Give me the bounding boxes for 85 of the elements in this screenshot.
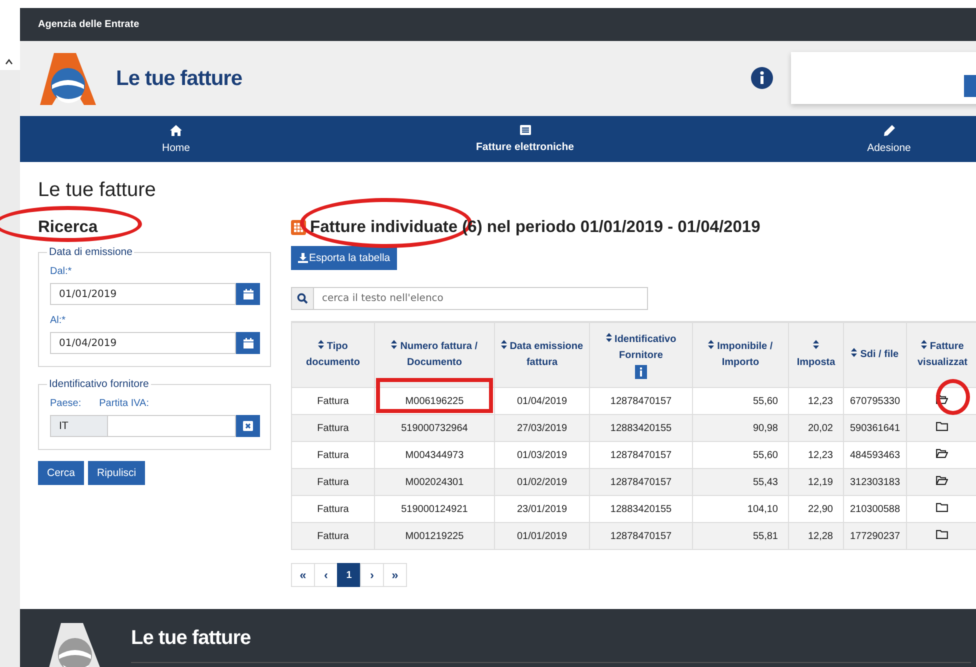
search-icon	[297, 293, 308, 304]
search-title: Ricerca	[38, 217, 99, 238]
field-label: Al:*	[50, 315, 67, 326]
table-cell: 12883420155	[590, 414, 692, 442]
filter-field[interactable]: cerca il testo nell'elenco	[314, 287, 648, 310]
folder-icon[interactable]	[936, 503, 948, 512]
column-header[interactable]: Imposta	[788, 322, 844, 388]
table-cell: Fattura	[292, 414, 374, 442]
table-cell: 01/02/2019	[494, 468, 590, 496]
column-header[interactable]: Numero fattura / Documento	[374, 322, 494, 388]
page-button[interactable]: ›	[360, 563, 384, 587]
table-cell: 55,43	[692, 468, 788, 496]
caret-icon[interactable]	[4, 58, 14, 66]
column-header[interactable]: Sdi / file	[844, 322, 906, 388]
logo-icon	[38, 50, 98, 106]
page-button[interactable]: «	[291, 563, 315, 587]
table-cell: 90,98	[692, 414, 788, 442]
table-cell: 12,19	[788, 468, 844, 496]
field-label: Paese:	[50, 398, 82, 409]
table-cell: 12878470157	[590, 522, 692, 550]
column-header[interactable]: Imponibile / Importo	[692, 322, 788, 388]
column-header[interactable]: Data emissione fattura	[494, 322, 590, 388]
agency-name: Agenzia delle Entrate	[38, 19, 140, 30]
search-action-button[interactable]: Cerca	[38, 461, 84, 485]
fieldset-legend: Identificativo fornitore	[47, 378, 151, 390]
app-title: Le tue fatture	[116, 66, 242, 90]
folder-icon[interactable]	[936, 422, 948, 431]
sort-icon[interactable]	[391, 340, 398, 349]
country-field: IT	[50, 415, 107, 437]
page-button[interactable]: »	[383, 563, 407, 587]
calendar-button[interactable]	[236, 332, 260, 354]
table-cell: 55,81	[692, 522, 788, 550]
column-header[interactable]: Tipo documento	[292, 322, 374, 388]
list-icon	[520, 125, 530, 135]
home-icon	[170, 124, 182, 136]
column-header[interactable]: Fatture visualizzat	[906, 322, 976, 388]
sort-icon[interactable]	[921, 340, 928, 349]
open-folder-icon[interactable]	[936, 476, 948, 485]
sort-icon[interactable]	[318, 340, 324, 349]
folder-icon[interactable]	[936, 530, 948, 539]
table-cell: 590361641	[844, 414, 906, 442]
nav-tab[interactable]: Fatture elettroniche	[332, 116, 718, 162]
info-icon[interactable]	[635, 364, 647, 378]
field-label: Dal:*	[50, 266, 73, 277]
search-action-button[interactable]: Ripulisci	[88, 461, 146, 485]
download-icon	[298, 253, 308, 263]
table-cell: 27/03/2019	[494, 414, 590, 442]
info-icon[interactable]	[751, 67, 773, 89]
pencil-icon	[884, 124, 894, 136]
field-label: Partita IVA:	[99, 398, 149, 409]
export-button[interactable]: Esporta la tabella	[291, 246, 398, 270]
nav-tab[interactable]: Adesione	[718, 116, 976, 162]
fieldset-legend: Data di emissione	[47, 246, 134, 258]
vat-field[interactable]	[107, 415, 236, 437]
clear-button[interactable]	[236, 415, 260, 437]
page-button[interactable]: 1	[337, 563, 361, 587]
table-cell: 519000732964	[374, 414, 494, 442]
date-field[interactable]: 01/04/2019	[50, 332, 236, 354]
table-cell: 01/01/2019	[494, 522, 590, 550]
table-cell: 12,28	[788, 522, 844, 550]
calendar-icon	[242, 288, 254, 300]
calendar-button[interactable]	[236, 283, 260, 305]
date-field[interactable]: 01/01/2019	[50, 283, 236, 305]
clear-icon	[243, 421, 253, 431]
table-cell: 312303183	[844, 468, 906, 496]
footer-title: Le tue fatture	[131, 627, 251, 650]
page-title: Le tue fatture	[38, 179, 157, 203]
sort-icon[interactable]	[606, 332, 612, 342]
sort-icon[interactable]	[708, 340, 714, 349]
calendar-icon	[242, 338, 254, 348]
table-cell: Fattura	[292, 522, 374, 550]
table-cell: 12878470157	[590, 468, 692, 496]
table-cell: M001219225	[374, 522, 494, 550]
open-folder-icon[interactable]	[936, 449, 948, 458]
table-cell: 177290237	[844, 522, 906, 550]
sort-icon[interactable]	[851, 348, 858, 357]
nav-tab[interactable]: Home	[20, 116, 332, 162]
sort-icon[interactable]	[813, 340, 819, 349]
table-cell: Fattura	[292, 468, 374, 496]
sort-icon[interactable]	[500, 340, 507, 349]
highlight-circle	[936, 379, 970, 415]
column-header[interactable]: Identificativo Fornitore	[590, 322, 692, 388]
table-cell: M002024301	[374, 468, 494, 496]
open-folder-icon[interactable]	[936, 395, 948, 404]
table-cell: 20,02	[788, 414, 844, 442]
